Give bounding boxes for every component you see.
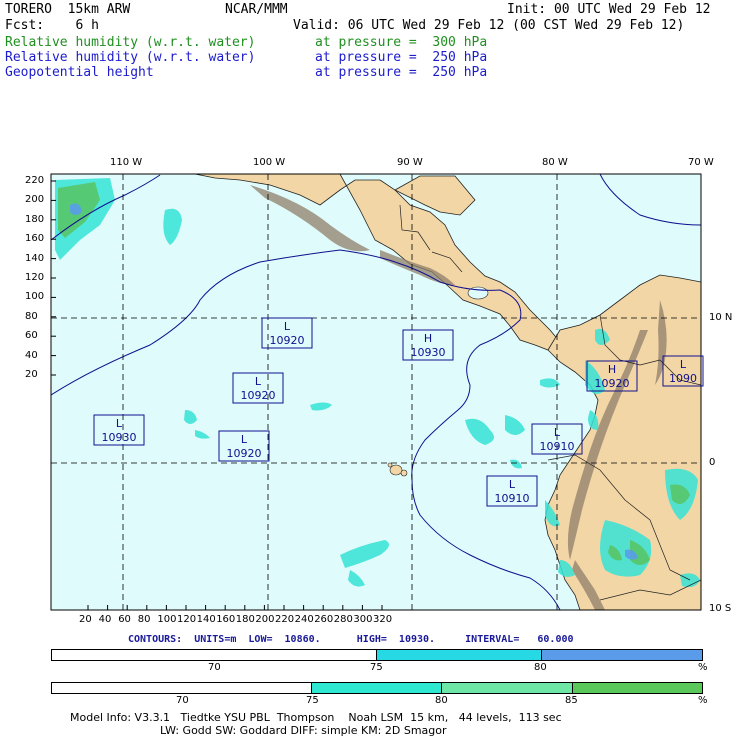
center-type: L bbox=[554, 426, 561, 439]
lon-label: 110 W bbox=[110, 157, 143, 168]
colorbar-1-segment bbox=[542, 650, 702, 660]
colorbar-2-tick: 85 bbox=[565, 695, 578, 706]
center-value: 10920 bbox=[595, 377, 630, 390]
x-tick-label: 260 bbox=[314, 614, 334, 625]
y-tick-label: 60 bbox=[25, 330, 38, 342]
y-tick-label: 220 bbox=[25, 175, 45, 186]
center-value: 1090 bbox=[669, 372, 697, 385]
center-type: L bbox=[255, 375, 262, 388]
colorbar-1-segment bbox=[52, 650, 377, 660]
center-type: L bbox=[680, 358, 687, 371]
x-tick-label: 200 bbox=[255, 614, 275, 625]
colorbar-2-tick: 70 bbox=[176, 695, 189, 706]
contour-info: CONTOURS: UNITS=m LOW= 10860. HIGH= 1093… bbox=[128, 634, 574, 645]
x-tick-label: 40 bbox=[98, 614, 112, 625]
map-plot-area bbox=[51, 174, 701, 610]
center-value: 10930 bbox=[411, 346, 446, 359]
x-tick-label: 20 bbox=[79, 614, 92, 625]
lat-label: 10 N bbox=[709, 312, 733, 323]
center-value: 10930 bbox=[102, 431, 137, 444]
y-tick-label: 180 bbox=[25, 213, 45, 225]
center-type: L bbox=[509, 478, 516, 491]
x-tick-label: 220 bbox=[275, 614, 295, 625]
lon-label: 100 W bbox=[253, 157, 286, 168]
weather-map: L10920 H10930L10920L10930 L10920L10910H109… bbox=[50, 173, 704, 611]
model-info: Model Info: V3.3.1 Tiedtke YSU PBL Thomp… bbox=[70, 711, 562, 724]
colorbar-2-unit: % bbox=[698, 695, 708, 706]
colorbar-1-tick: 75 bbox=[370, 662, 383, 673]
colorbar-2-tick: 75 bbox=[306, 695, 319, 706]
y-tick-label: 140 bbox=[25, 252, 45, 264]
colorbar-250hpa bbox=[51, 649, 703, 661]
x-tick-label: 160 bbox=[216, 614, 236, 625]
x-tick-label: 180 bbox=[235, 614, 255, 625]
y-tick-label: 120 bbox=[25, 272, 45, 283]
lon-label: 70 W bbox=[688, 157, 714, 168]
center-value: 10920 bbox=[241, 389, 276, 402]
y-tick-label: 40 bbox=[25, 349, 38, 361]
center-value: 10910 bbox=[540, 440, 575, 453]
colorbar-2-tick: 80 bbox=[435, 695, 448, 706]
x-tick-label: 320 bbox=[373, 614, 393, 625]
lat-label: 0 bbox=[709, 457, 716, 468]
y-tick-label: 160 bbox=[25, 233, 45, 245]
lon-label: 80 W bbox=[542, 157, 568, 168]
colorbar-1-unit: % bbox=[698, 662, 708, 673]
x-tick-label: 100 bbox=[157, 614, 177, 625]
x-tick-label: 60 bbox=[118, 614, 131, 625]
center-type: H bbox=[608, 363, 616, 376]
center-value: 10910 bbox=[495, 492, 530, 505]
center-type: L bbox=[241, 433, 248, 446]
x-tick-label: 280 bbox=[333, 614, 353, 625]
colorbar-1-segment bbox=[377, 650, 542, 660]
colorbar-1-tick: 80 bbox=[534, 662, 547, 673]
x-tick-label: 80 bbox=[137, 614, 151, 625]
colorbar-2-segment bbox=[442, 683, 574, 693]
y-tick-label: 80 bbox=[25, 310, 38, 322]
lon-label: 90 W bbox=[397, 157, 423, 168]
x-tick-label: 120 bbox=[177, 614, 197, 625]
center-type: L bbox=[116, 417, 123, 430]
colorbar-2-segment bbox=[311, 683, 443, 693]
center-type: H bbox=[424, 332, 432, 345]
x-tick-label: 140 bbox=[196, 614, 216, 625]
y-tick-label: 20 bbox=[25, 369, 38, 380]
physics-info: LW: Godd SW: Goddard DIFF: simple KM: 2D… bbox=[160, 724, 447, 737]
center-value: 10920 bbox=[270, 334, 305, 347]
x-tick-label: 240 bbox=[294, 614, 314, 625]
colorbar-1-tick: 70 bbox=[208, 662, 221, 673]
center-value: 10920 bbox=[227, 447, 262, 460]
center-type: L bbox=[284, 320, 291, 333]
x-tick-label: 300 bbox=[353, 614, 373, 625]
y-tick-label: 200 bbox=[25, 194, 45, 206]
lat-label: 10 S bbox=[709, 603, 732, 614]
colorbar-300hpa bbox=[51, 682, 703, 694]
colorbar-2-segment bbox=[52, 683, 312, 693]
y-tick-label: 100 bbox=[25, 291, 45, 303]
colorbar-2-segment bbox=[573, 683, 702, 693]
